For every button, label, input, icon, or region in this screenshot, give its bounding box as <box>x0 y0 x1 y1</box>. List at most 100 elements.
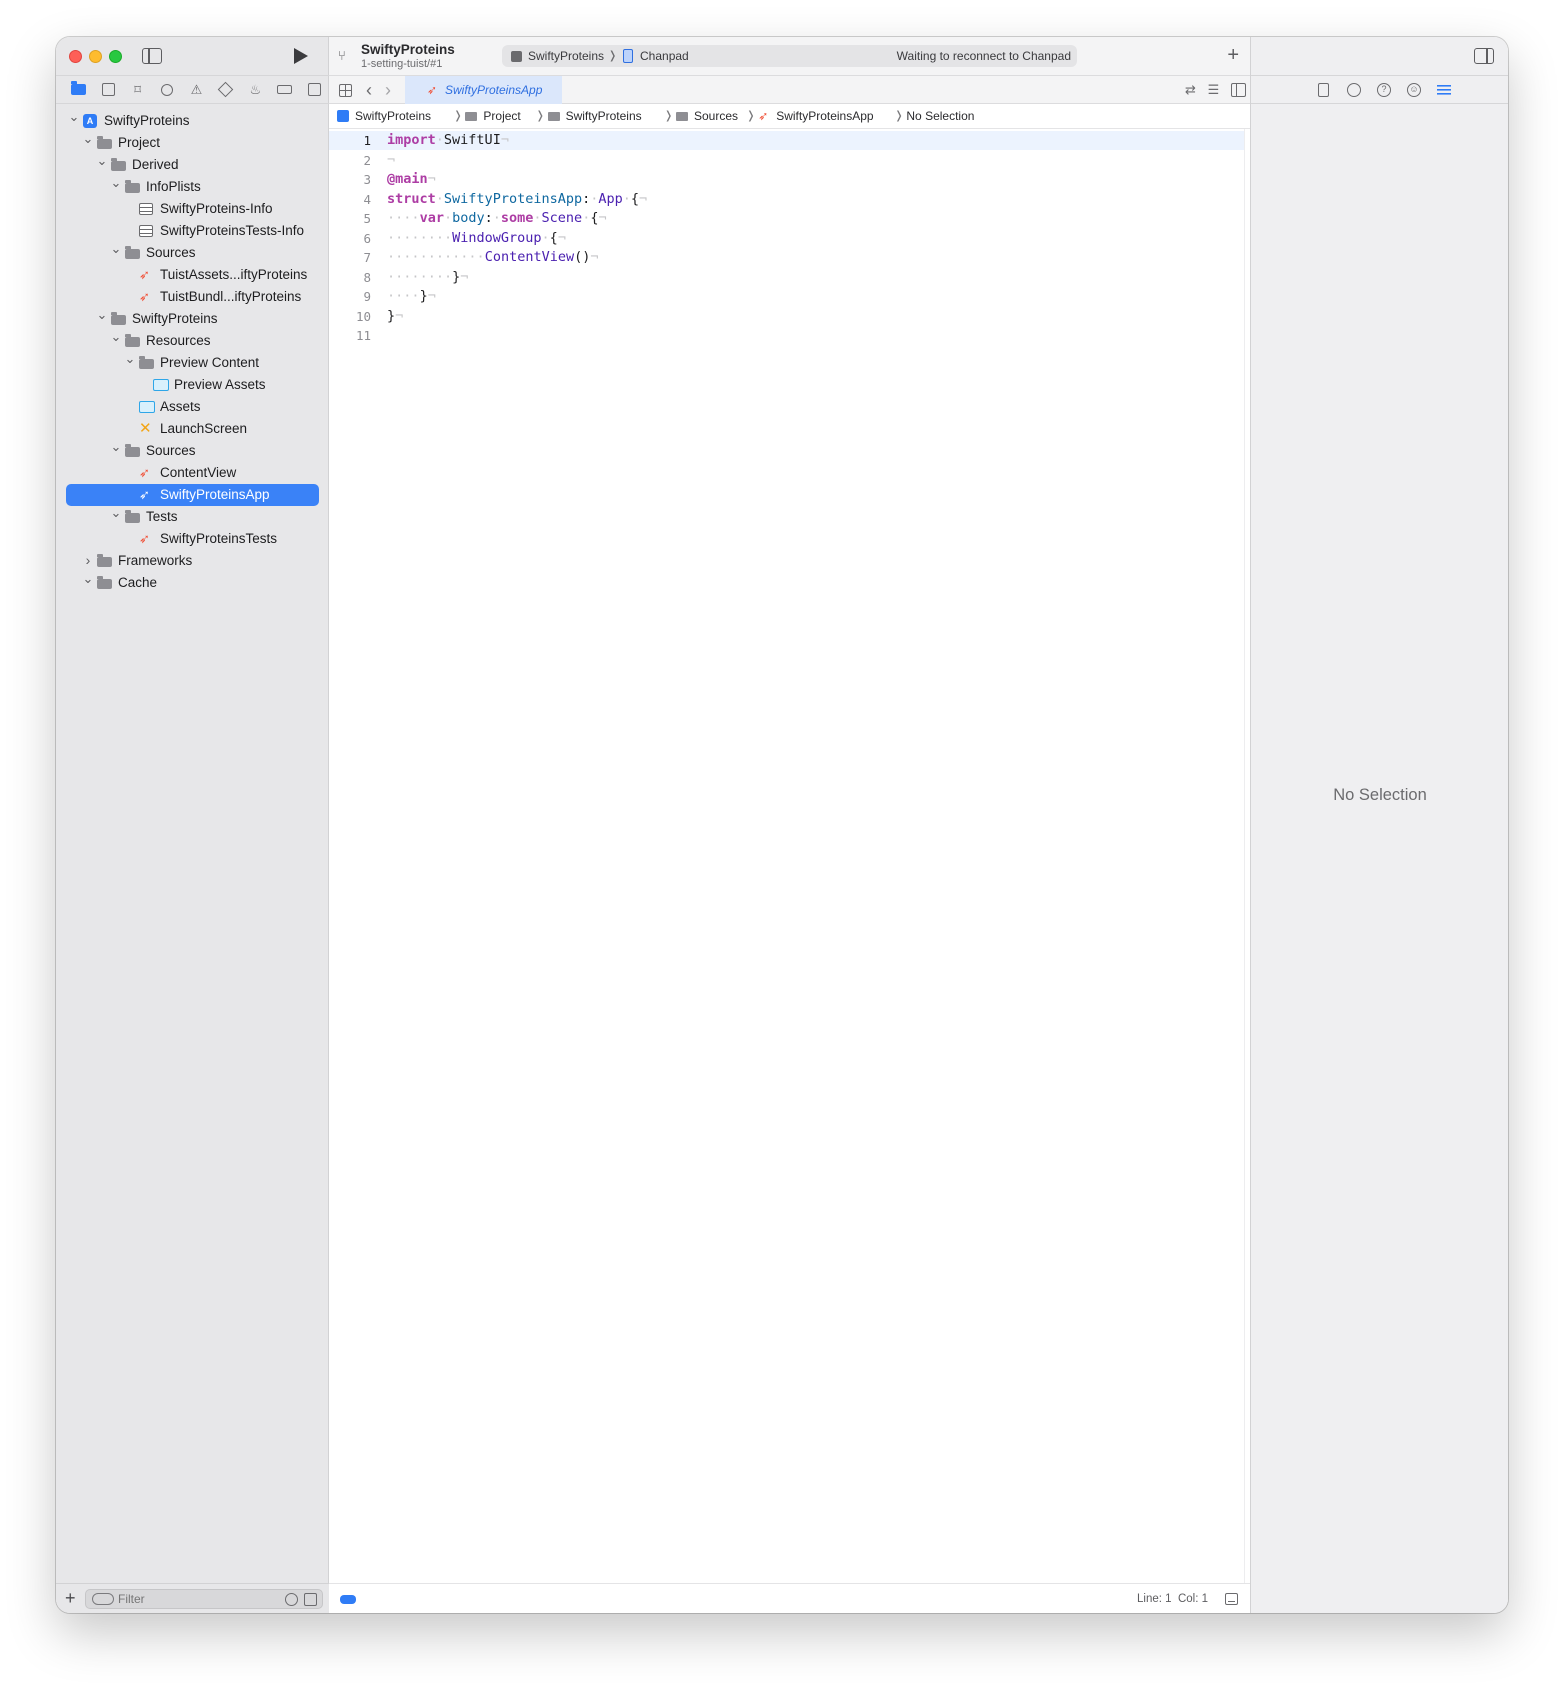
navigate-forward-button[interactable]: › <box>385 78 391 102</box>
line-number[interactable]: 8 <box>329 268 371 287</box>
related-items-grid-icon[interactable] <box>339 84 352 97</box>
tree-row[interactable]: Preview Assets <box>56 374 329 396</box>
tree-row[interactable]: ⌄ InfoPlists <box>56 176 329 198</box>
zoom-window-button[interactable] <box>109 50 122 63</box>
jump-bar-item[interactable]: Project <box>483 104 520 129</box>
tree-row[interactable]: ⌄ Project <box>56 132 329 154</box>
source-control-navigator-tab[interactable] <box>93 80 122 100</box>
line-number[interactable]: 7 <box>329 248 371 267</box>
tree-row[interactable]: ⌄ Sources <box>56 440 329 462</box>
code-line[interactable]: 9 ····}¬ <box>329 287 1244 306</box>
disclosure-open-icon[interactable]: ⌄ <box>110 176 122 198</box>
disclosure-closed-icon[interactable]: › <box>82 550 94 572</box>
inspector-toggle-icon[interactable] <box>1474 48 1494 64</box>
line-number[interactable]: 11 <box>329 326 371 345</box>
console-toggle-icon[interactable] <box>1225 1593 1238 1605</box>
filter-options-icon[interactable] <box>92 1593 114 1605</box>
library-add-button[interactable]: + <box>1227 44 1239 66</box>
disclosure-open-icon[interactable]: ⌄ <box>82 572 94 594</box>
tree-row[interactable]: Assets <box>56 396 329 418</box>
disclosure-open-icon[interactable]: ⌄ <box>110 506 122 528</box>
bookmark-navigator-tab[interactable]: ⌑ <box>123 80 152 100</box>
line-number[interactable]: 9 <box>329 287 371 306</box>
close-window-button[interactable] <box>69 50 82 63</box>
minimize-window-button[interactable] <box>89 50 102 63</box>
code-line[interactable]: 5 ····var·body:·some·Scene·{¬ <box>329 209 1244 228</box>
tree-row[interactable]: ✕ LaunchScreen <box>56 418 329 440</box>
code-line[interactable]: 2 ¬ <box>329 151 1244 170</box>
tree-row[interactable]: ⌄ SwiftyProteins <box>56 308 329 330</box>
file-inspector-icon[interactable] <box>1318 83 1329 97</box>
attributes-inspector-icon[interactable] <box>1437 83 1451 97</box>
jump-bar-item[interactable]: SwiftyProteins <box>566 104 642 129</box>
project-navigator-tab[interactable] <box>64 80 93 100</box>
quick-help-icon[interactable]: ? <box>1377 83 1391 97</box>
code-line[interactable]: 1 import·SwiftUI¬ <box>329 131 1244 150</box>
code-line[interactable]: 11 <box>329 326 1244 345</box>
filter-input[interactable] <box>118 1591 268 1607</box>
disclosure-open-icon[interactable]: ⌄ <box>68 110 80 132</box>
accessibility-inspector-icon[interactable]: ☺ <box>1407 83 1421 97</box>
tree-row[interactable]: ➶ ContentView <box>56 462 329 484</box>
disclosure-open-icon[interactable]: ⌄ <box>124 352 136 374</box>
code-line[interactable]: 7 ············ContentView()¬ <box>329 248 1244 267</box>
tree-row[interactable]: ⌄ Tests <box>56 506 329 528</box>
breakpoint-navigator-tab[interactable] <box>270 80 299 100</box>
source-control-filter-icon[interactable] <box>304 1593 317 1606</box>
report-navigator-tab[interactable] <box>300 80 329 100</box>
tree-row[interactable]: ⌄ Preview Content <box>56 352 329 374</box>
line-number[interactable]: 6 <box>329 229 371 248</box>
scheme-selector[interactable]: SwiftyProteins <box>528 45 604 67</box>
code-line[interactable]: 10}¬ <box>329 307 1244 326</box>
filter-field[interactable] <box>85 1589 323 1609</box>
jump-bar-item[interactable]: SwiftyProteinsApp <box>776 104 873 129</box>
recent-files-icon[interactable] <box>285 1593 298 1606</box>
jump-bar-item[interactable]: Sources <box>694 104 738 129</box>
line-number[interactable]: 3 <box>329 170 371 189</box>
branch-name[interactable]: 1-setting-tuist/#1 <box>361 58 442 70</box>
line-number[interactable]: 4 <box>329 190 371 209</box>
run-button[interactable] <box>294 48 308 64</box>
tree-row[interactable]: ⌄ Resources <box>56 330 329 352</box>
find-navigator-tab[interactable] <box>152 80 181 100</box>
add-file-button[interactable]: + <box>65 1587 76 1609</box>
line-number[interactable]: 1 <box>329 131 371 150</box>
editor-tab-active[interactable]: ➶ SwiftyProteinsApp <box>405 76 562 104</box>
disclosure-open-icon[interactable]: ⌄ <box>110 330 122 352</box>
sidebar-toggle-icon[interactable] <box>142 48 162 64</box>
jump-bar-item[interactable]: No Selection <box>906 104 974 129</box>
tree-row[interactable]: ➶ TuistBundl...iftyProteins <box>56 286 329 308</box>
code-line[interactable]: 4 struct·SwiftyProteinsApp:·App·{¬ <box>329 190 1244 209</box>
line-number[interactable]: 10 <box>329 307 371 326</box>
navigate-back-button[interactable]: ‹ <box>366 78 372 102</box>
editor-options-icon[interactable]: ☰ <box>1206 83 1221 97</box>
tree-row[interactable]: ⌄ Derived <box>56 154 329 176</box>
disclosure-open-icon[interactable]: ⌄ <box>96 154 108 176</box>
tree-row[interactable]: ⌄ Sources <box>56 242 329 264</box>
run-destination-selector[interactable]: Chanpad <box>640 45 689 67</box>
debug-area-indicator-icon[interactable] <box>340 1595 356 1604</box>
tree-row[interactable]: ⌄ Cache <box>56 572 329 594</box>
issue-navigator-tab[interactable]: ⚠ <box>182 80 211 100</box>
code-line[interactable]: 8 ········}¬ <box>329 268 1244 287</box>
tree-row[interactable]: ➶ SwiftyProteinsTests <box>56 528 329 550</box>
debug-navigator-tab[interactable]: ♨ <box>241 80 270 100</box>
split-editor-icon[interactable] <box>1231 83 1246 97</box>
disclosure-open-icon[interactable]: ⌄ <box>110 242 122 264</box>
line-number[interactable]: 2 <box>329 151 371 170</box>
tree-row[interactable]: ➶ SwiftyProteinsApp <box>56 484 329 506</box>
disclosure-open-icon[interactable]: ⌄ <box>82 132 94 154</box>
code-line[interactable]: 3 @main¬ <box>329 170 1244 189</box>
code-area[interactable]: 1 import·SwiftUI¬ 2 ¬ 3 @main¬ 4 struct·SwiftyP… <box>329 129 1250 1583</box>
tree-row[interactable]: › Frameworks <box>56 550 329 572</box>
line-number[interactable]: 5 <box>329 209 371 228</box>
history-inspector-icon[interactable] <box>1347 83 1361 97</box>
jump-bar-item[interactable]: SwiftyProteins <box>355 104 431 129</box>
tree-row[interactable]: SwiftyProteins-Info <box>56 198 329 220</box>
disclosure-open-icon[interactable]: ⌄ <box>110 440 122 462</box>
code-review-icon[interactable]: ⇄ <box>1183 83 1198 97</box>
tree-row[interactable]: ➶ TuistAssets...iftyProteins <box>56 264 329 286</box>
disclosure-open-icon[interactable]: ⌄ <box>96 308 108 330</box>
tree-row[interactable]: SwiftyProteinsTests-Info <box>56 220 329 242</box>
tree-row[interactable]: ⌄ A SwiftyProteins <box>56 110 329 132</box>
